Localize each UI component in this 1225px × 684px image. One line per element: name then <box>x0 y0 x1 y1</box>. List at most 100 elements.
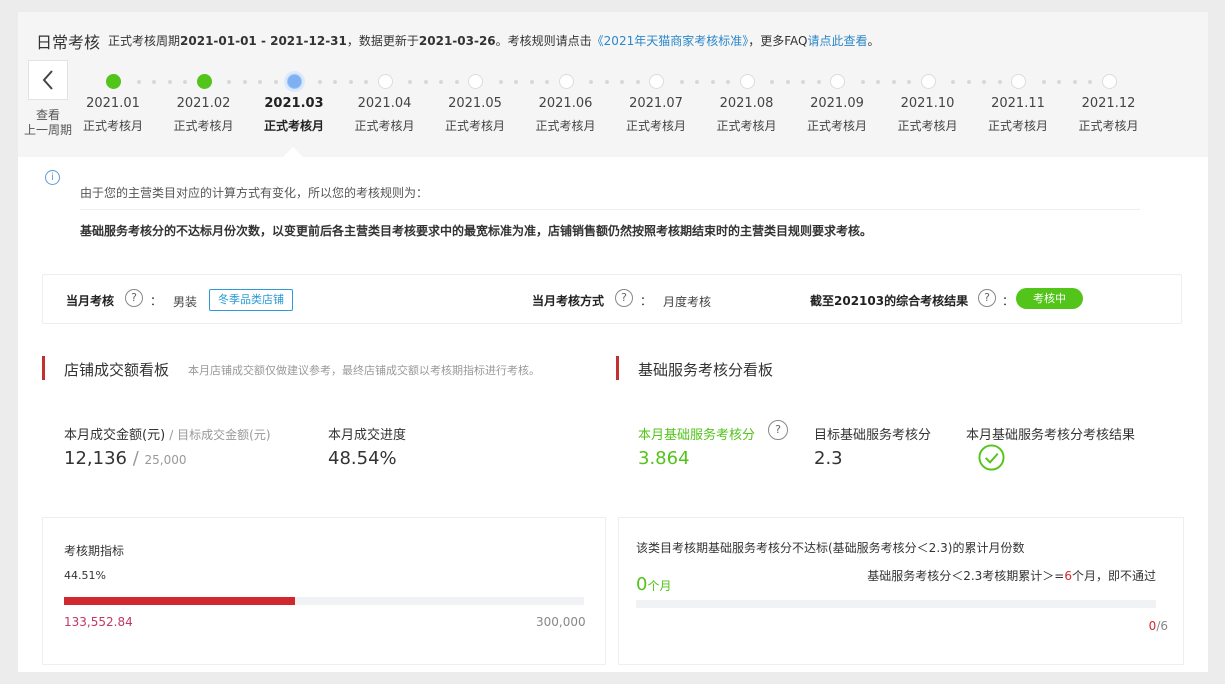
timeline-dot-current[interactable] <box>287 74 302 89</box>
colon: ： <box>640 294 653 308</box>
timeline-dot-pending[interactable] <box>649 74 664 89</box>
target-score-value: 2.3 <box>814 448 843 469</box>
timeline-month-label[interactable]: 2021.06 <box>526 96 606 111</box>
timeline-connector-dot <box>635 80 640 84</box>
monthly-progress-value: 48.54% <box>328 448 397 469</box>
timeline-dot-done[interactable] <box>196 74 212 89</box>
timeline-month-sublabel[interactable]: 正式考核月 <box>707 117 787 134</box>
timeline-month-label[interactable]: 2021.12 <box>1069 96 1149 111</box>
update-date: 2021-03-26 <box>418 34 496 48</box>
timeline-month-sublabel[interactable]: 正式考核月 <box>978 117 1058 134</box>
faq-link[interactable]: 请点此查看 <box>807 34 867 48</box>
timeline-connector-dot <box>423 80 428 84</box>
timeline-connector-dot <box>876 80 880 84</box>
timeline-connector-dot <box>333 80 337 84</box>
timeline-connector-dot <box>801 80 805 84</box>
sales-board-note: 本月店铺成交额仅做建议参考，最终店铺成交额以考核期指标进行考核。 <box>188 364 540 377</box>
timeline-dot-pending[interactable] <box>739 74 755 89</box>
fail-progress-bar <box>636 600 1156 608</box>
cycle-info: 正式考核周期2021-01-01 - 2021-12-31，数据更新于2021-… <box>108 32 880 49</box>
period-progress-fill <box>64 597 296 605</box>
notice-line-1: 由于您的主营类目对应的计算方式有变化，所以您的考核规则为： <box>80 186 429 200</box>
timeline-connector-dot <box>545 80 549 84</box>
section-accent <box>616 356 619 380</box>
timeline-connector-dot <box>167 80 172 84</box>
faq-prefix: ，更多FAQ <box>748 34 808 48</box>
timeline-month-sublabel[interactable]: 正式考核月 <box>526 117 606 134</box>
timeline-month-sublabel[interactable]: 正式考核月 <box>73 117 153 134</box>
timeline-month-sublabel[interactable]: 正式考核月 <box>616 117 696 134</box>
timeline-connector-dot <box>951 80 955 84</box>
timeline-month-label[interactable]: 2021.05 <box>435 96 515 111</box>
timeline-month-label[interactable]: 2021.10 <box>888 96 968 111</box>
timeline-month-sublabel[interactable]: 正式考核月 <box>254 117 334 134</box>
faq-suffix: 。 <box>867 34 880 48</box>
cycle-prefix: 正式考核周期 <box>108 34 181 48</box>
timeline-month-label[interactable]: 2021.03 <box>254 96 334 111</box>
assessment-method-value: 月度考核 <box>663 295 712 309</box>
timeline-connector-dot <box>710 80 715 84</box>
rule-link[interactable]: 《2021年天猫商家考核标准》 <box>592 34 749 48</box>
timeline-connector-dot <box>498 80 503 84</box>
help-icon[interactable]: ? <box>978 289 996 307</box>
cycle-range: 2021-01-01 - 2021-12-31 <box>180 34 347 48</box>
prev-cycle-label[interactable]: 查看 上一周期 <box>20 108 76 138</box>
help-icon[interactable]: ? <box>615 289 633 307</box>
notice-divider <box>80 209 1140 210</box>
timeline-month-label[interactable]: 2021.01 <box>73 96 153 111</box>
timeline-month-label[interactable]: 2021.08 <box>707 96 787 111</box>
timeline-connector-dot <box>529 80 534 84</box>
timeline-month-sublabel[interactable]: 正式考核月 <box>888 117 968 134</box>
timeline-month-label[interactable]: 2021.09 <box>797 96 877 111</box>
timeline-connector-dot <box>183 80 187 84</box>
timeline-dot-pending[interactable] <box>468 74 483 89</box>
period-current-value: 133,552.84 <box>64 615 133 629</box>
target-score-label: 目标基础服务考核分 <box>814 428 932 443</box>
timeline-connector-dot <box>152 80 156 84</box>
timeline-connector-dot <box>966 80 971 84</box>
timeline-connector-dot <box>726 80 730 84</box>
notice-line-2: 基础服务考核分的不达标月份次数，以变更前后各主营类目考核要求中的最宽标准为准，店… <box>80 224 873 238</box>
timeline-month-label[interactable]: 2021.04 <box>345 96 425 111</box>
timeline-dot-done[interactable] <box>106 74 121 89</box>
period-progress-bar <box>64 597 584 605</box>
timeline-month-label[interactable]: 2021.11 <box>978 96 1058 111</box>
timeline-connector-dot <box>982 80 986 84</box>
help-icon[interactable]: ? <box>125 289 143 307</box>
timeline-dot-pending[interactable] <box>1101 74 1117 89</box>
timeline-dot-pending[interactable] <box>920 74 936 89</box>
period-target-value: 300,000 <box>536 615 586 629</box>
colon: ： <box>1002 294 1015 308</box>
timeline-month-sublabel[interactable]: 正式考核月 <box>797 117 877 134</box>
timeline-month-label[interactable]: 2021.02 <box>164 96 244 111</box>
timeline-dot-pending[interactable] <box>1011 74 1026 89</box>
timeline-connector-dot <box>364 80 368 84</box>
timeline-connector-dot <box>816 80 821 84</box>
monthly-amount-label: 本月成交金额(元) / 目标成交金额(元) <box>64 428 271 443</box>
timeline-dot-pending[interactable] <box>830 74 845 89</box>
timeline-connector-dot <box>770 80 774 84</box>
timeline-month-label[interactable]: 2021.07 <box>616 96 696 111</box>
monthly-progress-label: 本月成交进度 <box>328 428 407 443</box>
timeline-month-sublabel[interactable]: 正式考核月 <box>1069 117 1149 134</box>
overall-result-label: 截至202103的综合考核结果 <box>810 294 969 308</box>
timeline-connector-dot <box>227 80 231 84</box>
timeline-dot-pending[interactable] <box>377 74 393 89</box>
update-prefix: ，数据更新于 <box>346 34 419 48</box>
help-icon[interactable]: ? <box>768 420 788 440</box>
timeline-dot-pending[interactable] <box>558 74 574 89</box>
fail-fraction: 0/6 <box>1148 619 1168 633</box>
timeline-month-sublabel[interactable]: 正式考核月 <box>164 117 244 134</box>
timeline-connector-dot <box>439 80 443 84</box>
timeline-connector-dot <box>408 80 412 84</box>
section-accent <box>42 356 45 380</box>
timeline-connector-dot <box>997 80 1002 84</box>
timeline-month-sublabel[interactable]: 正式考核月 <box>345 117 425 134</box>
monthly-amount-value: 12,136 / 25,000 <box>64 448 187 469</box>
prev-cycle-button[interactable] <box>28 60 68 100</box>
timeline-month-sublabel[interactable]: 正式考核月 <box>435 117 515 134</box>
timeline-connector-dot <box>589 80 593 84</box>
timeline-connector-dot <box>1041 80 1046 84</box>
service-score-value: 3.864 <box>638 448 690 469</box>
chevron-left-icon <box>42 70 53 90</box>
